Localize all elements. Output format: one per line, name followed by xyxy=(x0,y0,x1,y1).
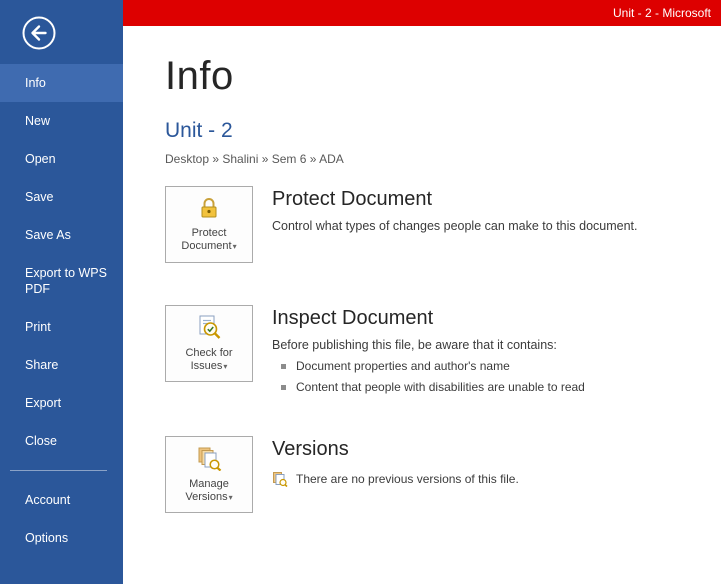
titlebar: Unit - 2 - Microsoft xyxy=(123,0,721,26)
protect-document-button-label: Protect Document▾ xyxy=(181,227,237,252)
versions-title: Versions xyxy=(272,438,349,460)
inspect-document-section: Check for Issues▾ Inspect Document Befor… xyxy=(165,305,701,394)
inspect-document-icon xyxy=(196,314,222,344)
back-button[interactable] xyxy=(20,14,58,52)
protect-document-title: Protect Document xyxy=(272,188,433,210)
lock-icon xyxy=(197,196,221,224)
versions-note: There are no previous versions of this f… xyxy=(272,471,519,487)
sidebar-item-new[interactable]: New xyxy=(0,102,123,140)
back-arrow-icon xyxy=(20,16,58,56)
manage-versions-icon xyxy=(196,445,222,475)
document-title: Unit - 2 xyxy=(165,119,233,142)
sidebar-item-share[interactable]: Share xyxy=(0,346,123,384)
protect-document-button[interactable]: Protect Document▾ xyxy=(165,186,253,263)
dropdown-caret-icon: ▾ xyxy=(223,362,228,371)
sidebar-item-close[interactable]: Close xyxy=(0,422,123,460)
inspect-document-title: Inspect Document xyxy=(272,307,434,329)
manage-versions-button[interactable]: Manage Versions▾ xyxy=(165,436,253,513)
versions-section: Manage Versions▾ Versions There are no p… xyxy=(165,436,701,513)
inspect-bullet-item: Content that people with disabilities ar… xyxy=(281,380,585,394)
sidebar-item-export-to-wps-pdf[interactable]: Export to WPS PDF xyxy=(0,254,123,308)
sidebar-item-open[interactable]: Open xyxy=(0,140,123,178)
protect-document-section: Protect Document▾ Protect Document Contr… xyxy=(165,186,701,263)
sidebar-item-options[interactable]: Options xyxy=(0,519,123,557)
sidebar-item-export[interactable]: Export xyxy=(0,384,123,422)
versions-file-icon xyxy=(272,471,288,487)
inspect-document-description: Before publishing this file, be aware th… xyxy=(272,338,557,352)
sidebar: Info New Open Save Save As Export to WPS… xyxy=(0,0,123,584)
manage-versions-button-label: Manage Versions▾ xyxy=(185,478,233,503)
check-for-issues-button-label: Check for Issues▾ xyxy=(185,347,233,372)
dropdown-caret-icon: ▾ xyxy=(232,242,237,251)
sidebar-item-save-as[interactable]: Save As xyxy=(0,216,123,254)
check-for-issues-button[interactable]: Check for Issues▾ xyxy=(165,305,253,382)
dropdown-caret-icon: ▾ xyxy=(228,493,233,502)
sidebar-item-info[interactable]: Info xyxy=(0,64,123,102)
page-title: Info xyxy=(165,54,234,98)
bullet-icon xyxy=(281,363,286,369)
inspect-bullet-item: Document properties and author's name xyxy=(281,359,585,373)
right-pane: Unit - 2 - Microsoft Info Unit - 2 Deskt… xyxy=(123,0,721,584)
info-page: Info Unit - 2 Desktop » Shalini » Sem 6 … xyxy=(123,26,721,584)
window-title: Unit - 2 - Microsoft xyxy=(612,6,711,20)
sidebar-item-print[interactable]: Print xyxy=(0,308,123,346)
sidebar-item-account[interactable]: Account xyxy=(0,481,123,519)
sidebar-item-save[interactable]: Save xyxy=(0,178,123,216)
protect-document-description: Control what types of changes people can… xyxy=(272,219,638,233)
backstage-view: Info New Open Save Save As Export to WPS… xyxy=(0,0,721,584)
breadcrumb: Desktop » Shalini » Sem 6 » ADA xyxy=(165,152,344,166)
bullet-icon xyxy=(281,384,286,390)
sidebar-divider xyxy=(10,470,107,471)
sidebar-nav: Info New Open Save Save As Export to WPS… xyxy=(0,64,123,557)
